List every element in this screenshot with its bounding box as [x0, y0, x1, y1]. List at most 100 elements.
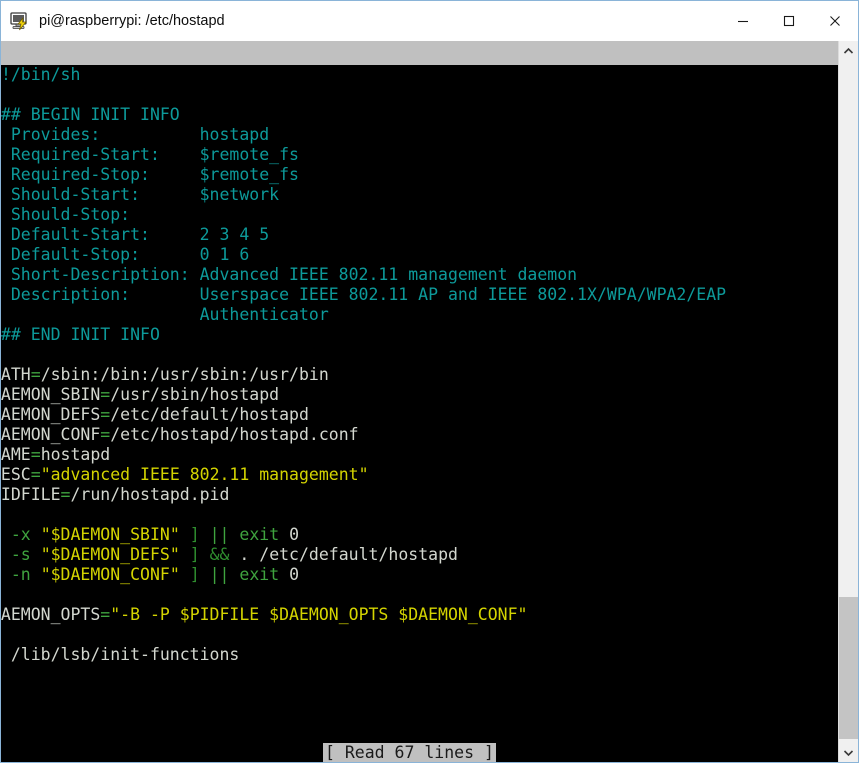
code-segment: /usr/sbin/hostapd: [110, 385, 280, 404]
code-line: # Default-Stop: 0 1 6: [1, 245, 838, 265]
code-line: ### BEGIN INIT INFO: [1, 105, 838, 125]
code-segment: "advanced IEEE 802.11 management": [40, 465, 369, 484]
window-controls: [720, 1, 858, 41]
code-segment: /run/hostapd.pid: [70, 485, 230, 504]
minimize-button[interactable]: [720, 1, 766, 41]
terminal-content[interactable]: GNU nano 2.2.6 File: /etc/init.d/hostapd…: [1, 41, 838, 762]
scrollbar-thumb[interactable]: [839, 597, 858, 739]
code-segment: /sbin:/bin:/usr/sbin:/usr/bin: [40, 365, 329, 384]
code-line: # Short-Description: Advanced IEEE 802.1…: [1, 265, 838, 285]
code-segment: NAME: [1, 445, 31, 464]
code-segment: # Default-Stop: 0 1 6: [1, 245, 250, 264]
code-segment: DAEMON_DEFS: [1, 405, 101, 424]
code-segment: # Provides: hostapd: [1, 125, 270, 144]
code-line: # Should-Start: $network: [1, 185, 838, 205]
code-line: PIDFILE=/run/hostapd.pid: [1, 485, 838, 505]
nano-text-area[interactable]: #!/bin/sh ### BEGIN INIT INFO# Provides:…: [1, 65, 838, 725]
code-line: [ -n "$DAEMON_CONF" ] || exit 0: [1, 565, 838, 585]
code-segment: "$DAEMON_DEFS": [40, 545, 180, 564]
minimize-icon: [738, 20, 748, 23]
chevron-down-icon: [843, 749, 854, 756]
code-segment: hostapd: [40, 445, 111, 464]
code-segment: DAEMON_CONF: [1, 425, 101, 444]
maximize-button[interactable]: [766, 1, 812, 41]
code-segment: ]: [189, 545, 200, 564]
code-segment: =: [60, 485, 71, 504]
code-segment: ]: [189, 565, 200, 584]
code-segment: =: [100, 385, 111, 404]
code-line: [ -x "$DAEMON_SBIN" ] || exit 0: [1, 525, 838, 545]
code-line: #!/bin/sh: [1, 65, 838, 85]
code-segment: ]: [189, 525, 200, 544]
code-segment: =: [30, 465, 41, 484]
code-line: DAEMON_OPTS="-B -P $PIDFILE $DAEMON_OPTS…: [1, 605, 838, 625]
code-line: # Provides: hostapd: [1, 125, 838, 145]
code-segment: 0: [279, 525, 300, 544]
close-button[interactable]: [812, 1, 858, 41]
code-segment: -s: [10, 545, 31, 564]
close-icon: [830, 16, 840, 26]
maximize-icon: [783, 15, 795, 27]
code-segment: # Required-Start: $remote_fs: [1, 145, 299, 164]
code-segment: exit: [239, 525, 280, 544]
code-segment: [: [1, 565, 11, 584]
code-segment: "-B -P $PIDFILE $DAEMON_OPTS $DAEMON_CON…: [110, 605, 528, 624]
scroll-up-button[interactable]: [839, 41, 858, 60]
code-line: DAEMON_DEFS=/etc/default/hostapd: [1, 405, 838, 425]
code-line: PATH=/sbin:/bin:/usr/sbin:/usr/bin: [1, 365, 838, 385]
code-segment: &&: [209, 545, 230, 564]
code-line: [ -s "$DAEMON_DEFS" ] && . /etc/default/…: [1, 545, 838, 565]
code-segment: -x: [10, 525, 31, 544]
code-line: DAEMON_SBIN=/usr/sbin/hostapd: [1, 385, 838, 405]
putty-terminal-icon: [9, 10, 31, 32]
code-segment: /etc/default/hostapd: [110, 405, 309, 424]
code-segment: ### BEGIN INIT INFO: [1, 105, 180, 124]
code-line: # Default-Start: 2 3 4 5: [1, 225, 838, 245]
code-segment: PIDFILE: [1, 485, 61, 504]
code-line: DESC="advanced IEEE 802.11 management": [1, 465, 838, 485]
nano-header-bar: GNU nano 2.2.6 File: /etc/init.d/hostapd: [1, 41, 838, 65]
code-line: . /lib/lsb/init-functions: [1, 645, 838, 665]
scroll-down-button[interactable]: [839, 743, 858, 762]
code-segment: "$DAEMON_CONF": [40, 565, 180, 584]
window-title: pi@raspberrypi: /etc/hostapd: [39, 13, 225, 29]
code-segment: . /etc/default/hostapd: [229, 545, 458, 564]
code-line: # Required-Start: $remote_fs: [1, 145, 838, 165]
code-line: # Should-Stop:: [1, 205, 838, 225]
code-segment: # Should-Stop:: [1, 205, 131, 224]
window-titlebar[interactable]: pi@raspberrypi: /etc/hostapd: [1, 1, 858, 41]
code-segment: 0: [279, 565, 300, 584]
code-segment: =: [30, 445, 41, 464]
code-line: # Required-Stop: $remote_fs: [1, 165, 838, 185]
window-scrollbar[interactable]: [838, 41, 858, 762]
code-segment: # Short-Description: Advanced IEEE 802.1…: [1, 265, 578, 284]
code-segment: # Authenticator: [1, 305, 329, 324]
code-segment: DAEMON_SBIN: [1, 385, 101, 404]
code-segment: =: [100, 605, 111, 624]
code-segment: [: [1, 525, 11, 544]
code-segment: DESC: [1, 465, 31, 484]
code-segment: [: [1, 545, 11, 564]
code-segment: . /lib/lsb/init-functions: [1, 645, 240, 664]
nano-shortcut-menu: ^G Get Help^O WriteOut^R Read File^Y Pre…: [1, 759, 838, 762]
code-segment: =: [30, 365, 41, 384]
chevron-up-icon: [843, 47, 854, 54]
code-line: NAME=hostapd: [1, 445, 838, 465]
code-segment: -n: [10, 565, 31, 584]
code-segment: "$DAEMON_SBIN": [40, 525, 180, 544]
